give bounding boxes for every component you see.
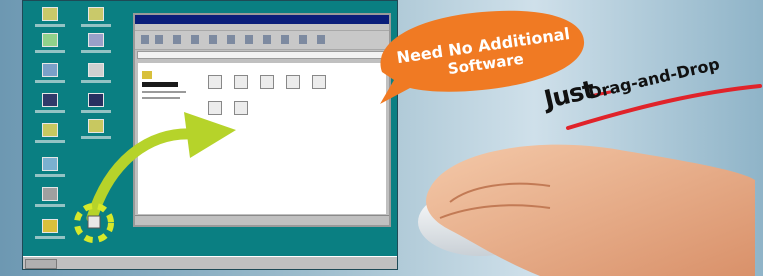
underline-stroke-icon (566, 84, 762, 130)
promo-banner: Need No Additional Software Just Drag-an… (0, 0, 763, 276)
